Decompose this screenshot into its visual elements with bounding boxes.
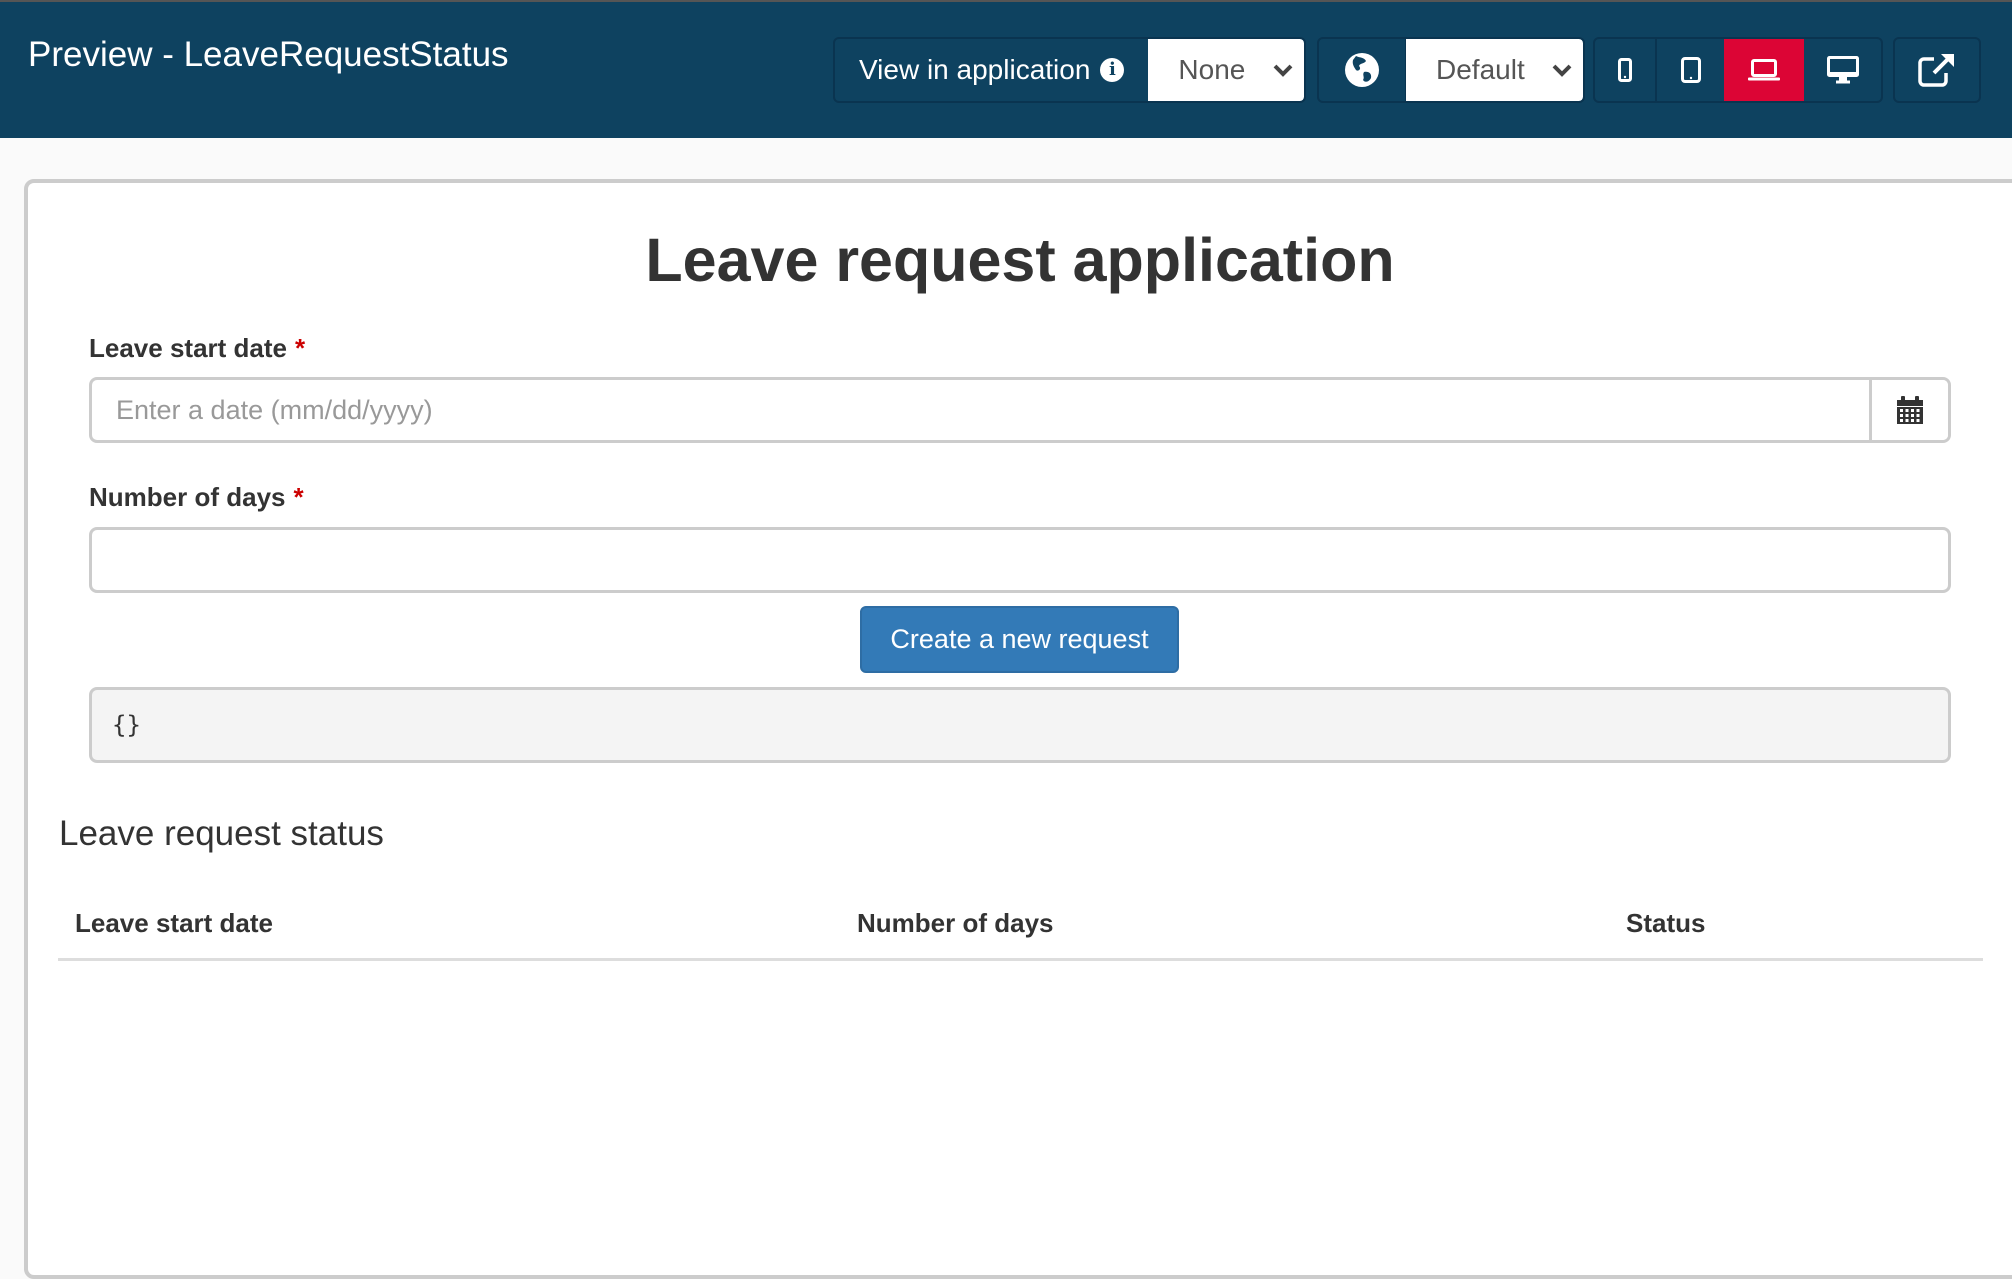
form-output-json: {} [89,687,1951,763]
device-desktop-button[interactable] [1804,39,1881,101]
leave-start-date-label-text: Leave start date [89,333,287,363]
calendar-button[interactable] [1872,380,1948,440]
locale-value: Default [1436,54,1525,85]
status-table-header: Leave start date Number of days Status [58,900,1983,961]
device-size-group [1593,37,1883,103]
globe-icon [1319,39,1406,101]
calendar-icon [1897,396,1923,424]
mobile-icon [1618,58,1632,82]
number-of-days-input[interactable] [89,527,1951,593]
locale-group: Default [1317,37,1585,103]
laptop-icon [1748,59,1780,81]
create-request-button[interactable]: Create a new request [860,606,1179,673]
info-icon[interactable]: i [1100,58,1125,82]
number-of-days-label-text: Number of days [89,482,286,512]
open-external-button[interactable] [1893,37,1981,103]
status-table: Leave start date Number of days Status [58,900,1983,961]
desktop-icon [1826,56,1859,84]
external-link-icon [1895,39,1979,101]
leave-start-date-input[interactable]: Enter a date (mm/dd/yyyy) [92,380,1872,440]
device-laptop-button[interactable] [1724,39,1804,101]
preview-header: Preview - LeaveRequestStatus View in app… [0,2,2012,138]
status-section-title: Leave request status [59,814,384,853]
chevron-down-icon [1270,57,1296,83]
view-in-application-group: View in application i None [833,37,1306,103]
leave-start-date-field: Enter a date (mm/dd/yyyy) [89,377,1951,443]
leave-start-date-label: Leave start date * [89,333,305,363]
locale-select[interactable]: Default [1406,39,1583,101]
number-of-days-label: Number of days * [89,482,304,512]
column-header-number-of-days[interactable]: Number of days [857,908,1054,938]
column-header-leave-start-date[interactable]: Leave start date [75,908,273,938]
view-in-application-text: View in application [859,54,1091,85]
form-title: Leave request application [645,226,1395,294]
column-header-status[interactable]: Status [1626,908,1705,938]
tablet-icon [1680,57,1701,83]
required-marker: * [293,482,304,512]
view-in-application-label: View in application i [835,39,1148,101]
preview-title: Preview - LeaveRequestStatus [28,35,509,74]
chevron-down-icon [1549,57,1575,83]
device-mobile-button[interactable] [1595,39,1657,101]
device-tablet-button[interactable] [1657,39,1724,101]
view-in-application-value: None [1178,54,1246,85]
required-marker: * [294,333,306,363]
view-in-application-select[interactable]: None [1148,39,1304,101]
